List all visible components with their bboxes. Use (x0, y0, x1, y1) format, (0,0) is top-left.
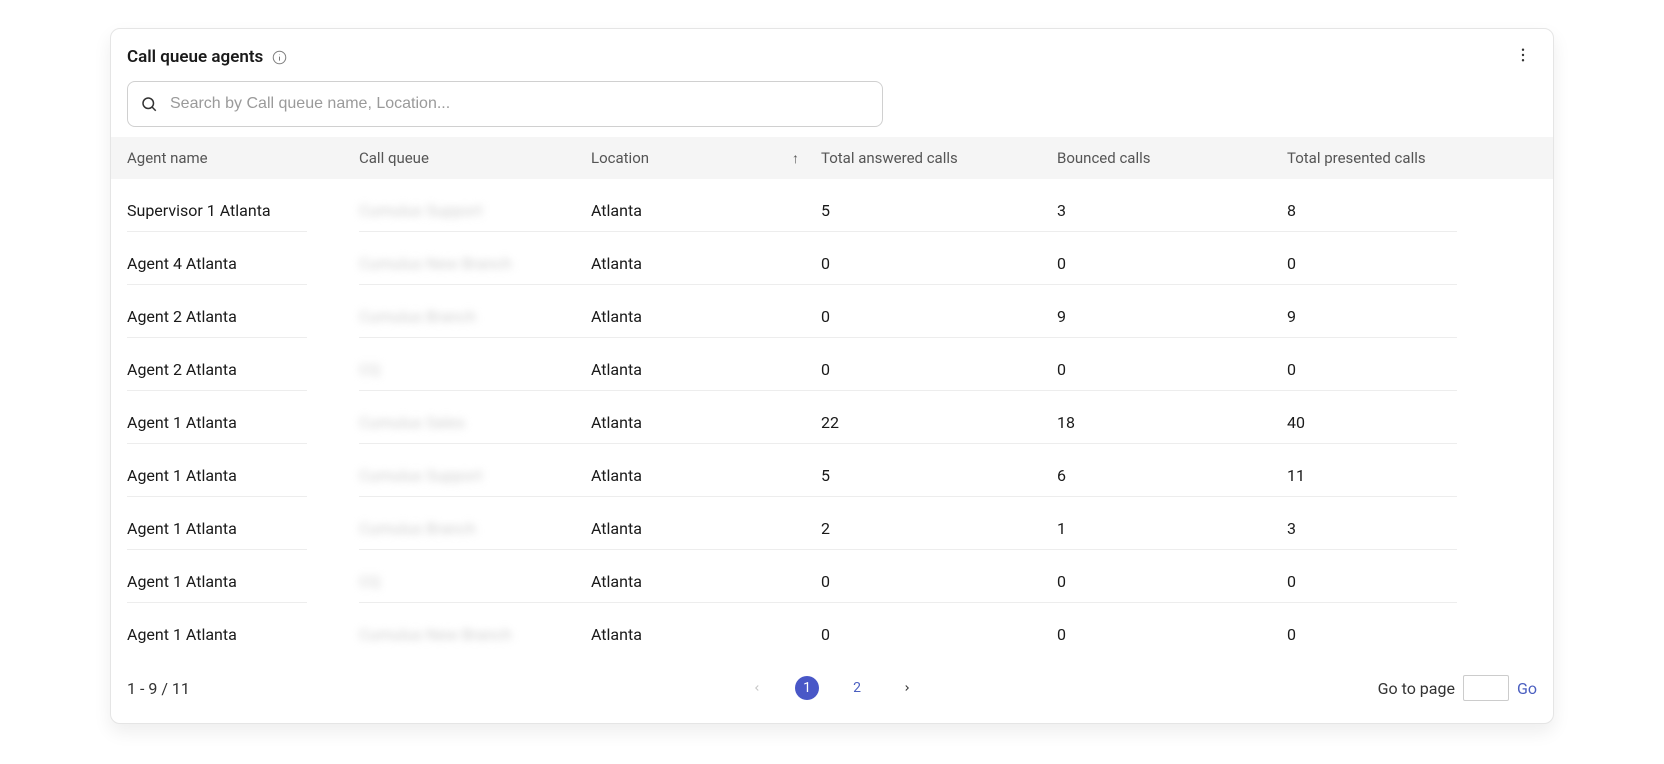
column-header-agent[interactable]: Agent name (127, 149, 359, 167)
cell-bounced: 1 (1057, 508, 1287, 550)
table-row: Agent 4 Atlanta Cumulus New BranchAtlanta… (127, 232, 1537, 285)
table-row: Agent 1 AtlantaCQAtlanta000 (127, 550, 1537, 603)
column-header-bounced[interactable]: Bounced calls (1057, 149, 1287, 167)
cell-presented: 11 (1287, 455, 1457, 497)
cell-location: Atlanta (591, 561, 821, 603)
cell-answered: 22 (821, 402, 1057, 444)
agents-table: Agent name Call queue Location ↑ Total a… (111, 137, 1553, 655)
cell-presented: 0 (1287, 561, 1457, 603)
page-number-2[interactable]: 2 (845, 676, 869, 700)
cell-queue: Cumulus Sales (359, 402, 591, 444)
cell-queue: Cumulus Support (359, 455, 591, 497)
call-queue-agents-card: Call queue agents (110, 28, 1554, 724)
cell-bounced: 0 (1057, 349, 1287, 391)
cell-agent: Agent 2 Atlanta (127, 349, 307, 391)
cell-answered: 2 (821, 508, 1057, 550)
table-row: Agent 1 Atlanta Cumulus BranchAtlanta213 (127, 497, 1537, 550)
table-row: Agent 1 Atlanta Cumulus SupportAtlanta561… (127, 444, 1537, 497)
goto-page: Go to page Go (1378, 675, 1537, 701)
cell-bounced: 18 (1057, 402, 1287, 444)
cell-bounced: 9 (1057, 296, 1287, 338)
cell-queue: Cumulus New Branch (359, 614, 591, 655)
cell-queue: CQ (359, 561, 591, 603)
cell-location: Atlanta (591, 402, 821, 444)
cell-presented: 0 (1287, 614, 1457, 655)
cell-agent: Agent 1 Atlanta (127, 508, 307, 550)
cell-answered: 0 (821, 614, 1057, 655)
cell-queue: CQ (359, 349, 591, 391)
table-row: Agent 2 AtlantaCumulus BranchAtlanta099 (127, 285, 1537, 338)
table-header: Agent name Call queue Location ↑ Total a… (111, 137, 1553, 179)
cell-bounced: 0 (1057, 561, 1287, 603)
cell-location: Atlanta (591, 243, 821, 285)
cell-agent: Agent 1 Atlanta (127, 455, 307, 497)
cell-bounced: 0 (1057, 614, 1287, 655)
cell-answered: 0 (821, 243, 1057, 285)
table-row: Agent 2 AtlantaCQAtlanta000 (127, 338, 1537, 391)
cell-queue: Cumulus Branch (359, 508, 591, 550)
info-icon[interactable] (271, 49, 287, 65)
cell-location: Atlanta (591, 508, 821, 550)
pager-next-button[interactable] (895, 676, 919, 700)
search-input[interactable] (168, 94, 870, 114)
cell-presented: 3 (1287, 508, 1457, 550)
table-body: Supervisor 1 AtlantaCumulus SupportAtlan… (111, 179, 1553, 655)
cell-answered: 5 (821, 190, 1057, 232)
card-title: Call queue agents (127, 47, 263, 67)
cell-agent: Supervisor 1 Atlanta (127, 190, 307, 232)
cell-agent: Agent 1 Atlanta (127, 402, 307, 444)
cell-queue: Cumulus Branch (359, 296, 591, 338)
cell-bounced: 3 (1057, 190, 1287, 232)
page-number-1[interactable]: 1 (795, 676, 819, 700)
cell-location: Atlanta (591, 190, 821, 232)
goto-page-input[interactable] (1463, 675, 1509, 701)
cell-answered: 0 (821, 296, 1057, 338)
search-icon (140, 95, 158, 113)
cell-agent: Agent 4 Atlanta (127, 243, 307, 285)
cell-presented: 40 (1287, 402, 1457, 444)
sort-ascending-icon: ↑ (792, 150, 799, 167)
card-header: Call queue agents (111, 47, 1553, 81)
goto-page-go-button[interactable]: Go (1517, 679, 1537, 698)
cell-location: Atlanta (591, 455, 821, 497)
cell-agent: Agent 1 Atlanta (127, 561, 307, 603)
cell-location: Atlanta (591, 349, 821, 391)
cell-queue: Cumulus New Branch (359, 243, 591, 285)
column-header-queue[interactable]: Call queue (359, 149, 591, 167)
goto-page-label: Go to page (1378, 679, 1455, 698)
cell-presented: 0 (1287, 349, 1457, 391)
table-row: Supervisor 1 Atlanta Cumulus SupportAtlan… (127, 179, 1537, 232)
cell-bounced: 6 (1057, 455, 1287, 497)
cell-agent: Agent 1 Atlanta (127, 614, 307, 655)
cell-agent: Agent 2 Atlanta (127, 296, 307, 338)
pager-prev-button[interactable] (745, 676, 769, 700)
column-header-location[interactable]: Location ↑ (591, 149, 821, 167)
cell-presented: 0 (1287, 243, 1457, 285)
column-header-answered[interactable]: Total answered calls (821, 149, 1057, 167)
cell-answered: 5 (821, 455, 1057, 497)
cell-presented: 9 (1287, 296, 1457, 338)
cell-location: Atlanta (591, 296, 821, 338)
search-box[interactable] (127, 81, 883, 127)
cell-answered: 0 (821, 349, 1057, 391)
column-header-location-label: Location (591, 149, 649, 167)
table-footer: 1 - 9 / 11 12 Go to page Go (111, 655, 1553, 705)
cell-bounced: 0 (1057, 243, 1287, 285)
cell-queue: Cumulus Support (359, 190, 591, 232)
pager: 12 (745, 676, 919, 700)
column-header-presented[interactable]: Total presented calls (1287, 149, 1457, 167)
table-row: Agent 1 Atlanta Cumulus New BranchAtlanta… (127, 603, 1537, 655)
cell-presented: 8 (1287, 190, 1457, 232)
more-options-button[interactable] (1511, 43, 1535, 67)
pagination-range: 1 - 9 / 11 (127, 679, 190, 698)
table-row: Agent 1 Atlanta Cumulus SalesAtlanta22184… (127, 391, 1537, 444)
cell-answered: 0 (821, 561, 1057, 603)
cell-location: Atlanta (591, 614, 821, 655)
